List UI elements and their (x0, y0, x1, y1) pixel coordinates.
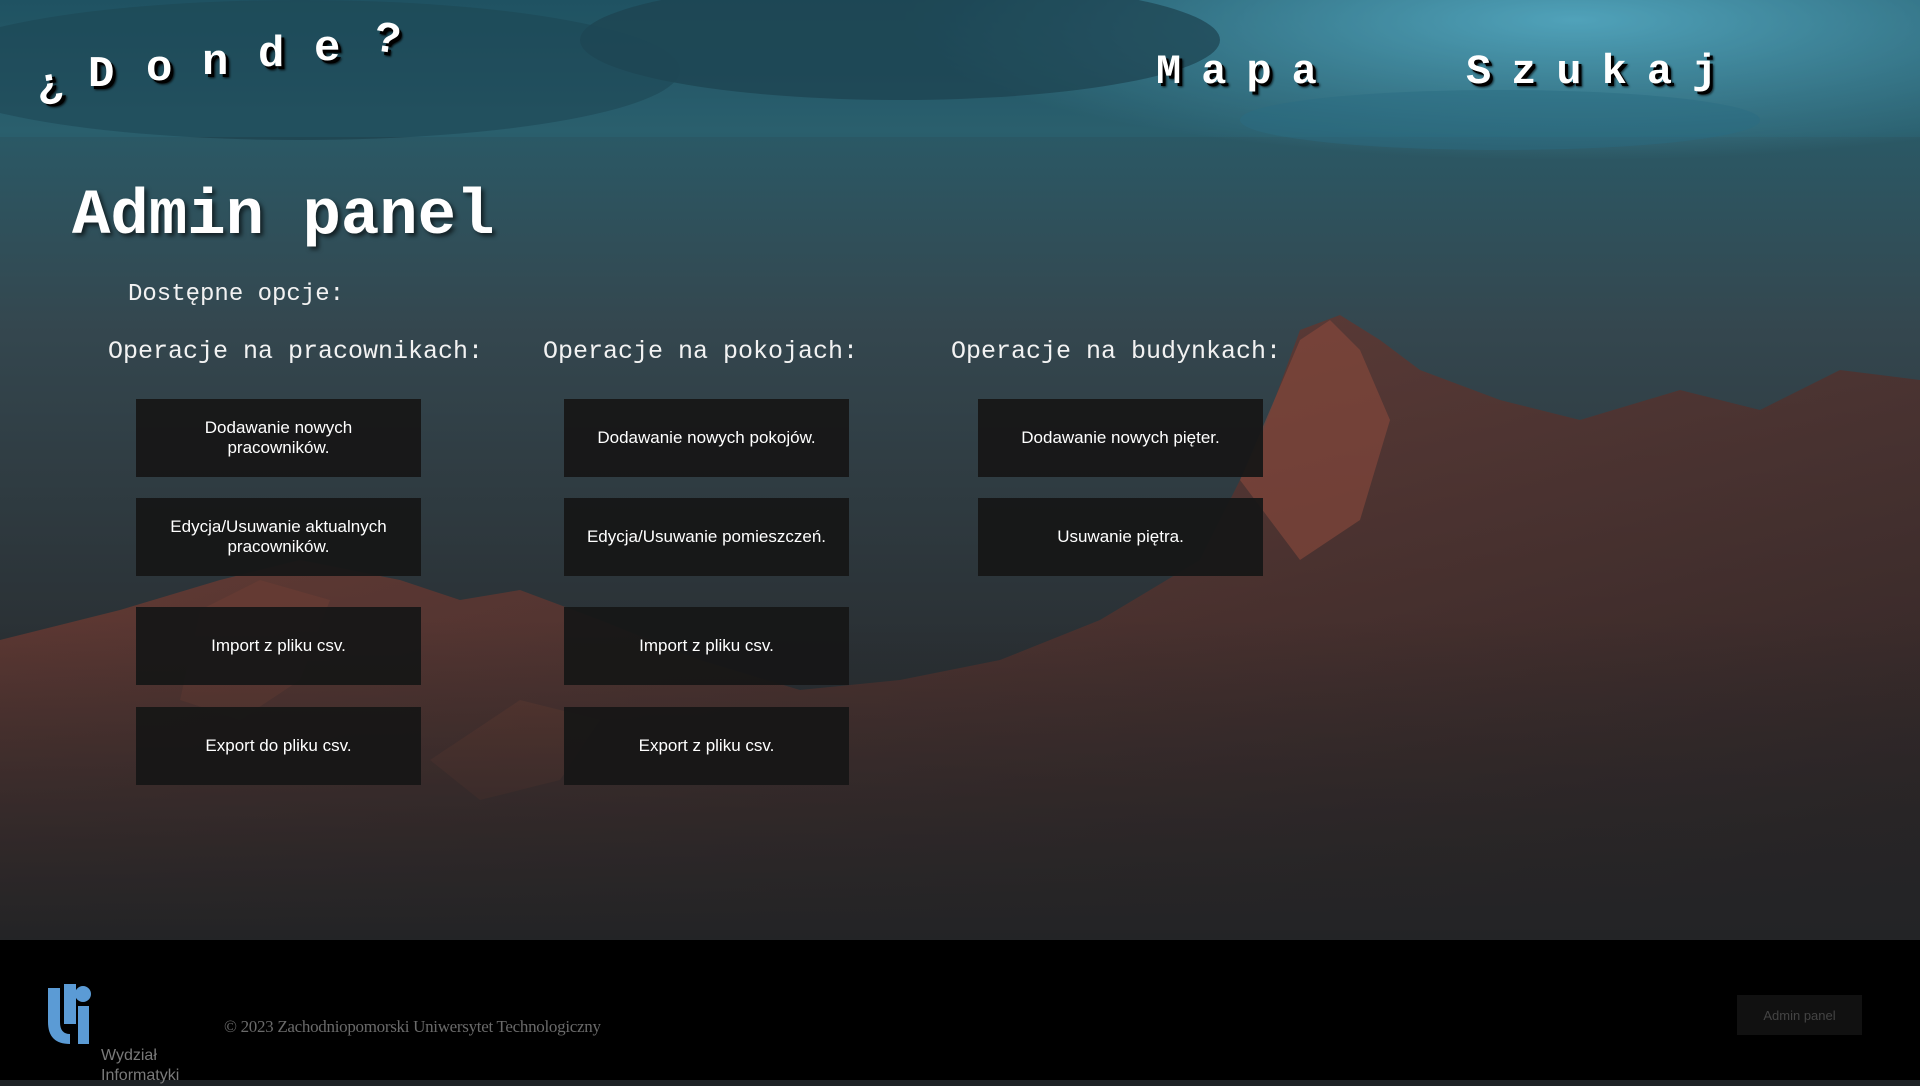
page-title: Admin panel (72, 181, 495, 253)
options-subtitle: Dostępne opcje: (128, 281, 345, 308)
faculty-name: Wydział Informatyki (101, 1047, 180, 1084)
site-logo[interactable]: ¿ D o n d e ? (32, 14, 416, 122)
logo-char: o (146, 44, 173, 94)
rooms-heading: Operacje na pokojach: (543, 337, 859, 366)
buildings-column: Operacje na budynkach: (951, 337, 1281, 377)
logo-char: ¿ (31, 60, 67, 114)
footer: Wydział Informatyki © 2023 Zachodniopomo… (0, 940, 1920, 1084)
logo-char: D (88, 50, 115, 100)
add-employees-button[interactable]: Dodawanie nowych pracowników. (136, 399, 421, 477)
employees-column: Operacje na pracownikach: (108, 337, 483, 377)
faculty-logo-icon (48, 984, 91, 1044)
copyright-text: © 2023 Zachodniopomorski Uniwersytet Tec… (224, 1017, 601, 1036)
import-employees-csv-button[interactable]: Import z pliku csv. (136, 607, 421, 685)
export-employees-csv-button[interactable]: Export do pliku csv. (136, 707, 421, 785)
employees-heading: Operacje na pracownikach: (108, 337, 484, 366)
edit-employees-button[interactable]: Edycja/Usuwanie aktualnych pracowników. (136, 498, 421, 576)
nav-link-szukaj[interactable]: Szukaj (1466, 48, 1737, 96)
delete-floor-button[interactable]: Usuwanie piętra. (978, 498, 1263, 576)
logo-char: d (258, 30, 285, 80)
nav-link-mapa[interactable]: Mapa (1156, 48, 1337, 96)
edit-rooms-button[interactable]: Edycja/Usuwanie pomieszczeń. (564, 498, 849, 576)
logo-char: e (314, 24, 341, 74)
top-navbar: ¿ D o n d e ? Mapa Szukaj (0, 0, 1920, 137)
main-content: Admin panel Dostępne opcje: Operacje na … (0, 137, 1920, 940)
add-rooms-button[interactable]: Dodawanie nowych pokojów. (564, 399, 849, 477)
export-rooms-csv-button[interactable]: Export z pliku csv. (564, 707, 849, 785)
import-rooms-csv-button[interactable]: Import z pliku csv. (564, 607, 849, 685)
add-floors-button[interactable]: Dodawanie nowych pięter. (978, 399, 1263, 477)
buildings-heading: Operacje na budynkach: (951, 337, 1282, 366)
logo-char: n (202, 38, 229, 88)
faculty-logo: Wydział Informatyki (46, 982, 206, 1084)
rooms-column: Operacje na pokojach: (543, 337, 858, 377)
admin-panel-button[interactable]: Admin panel (1737, 995, 1862, 1035)
logo-char: ? (370, 14, 404, 68)
